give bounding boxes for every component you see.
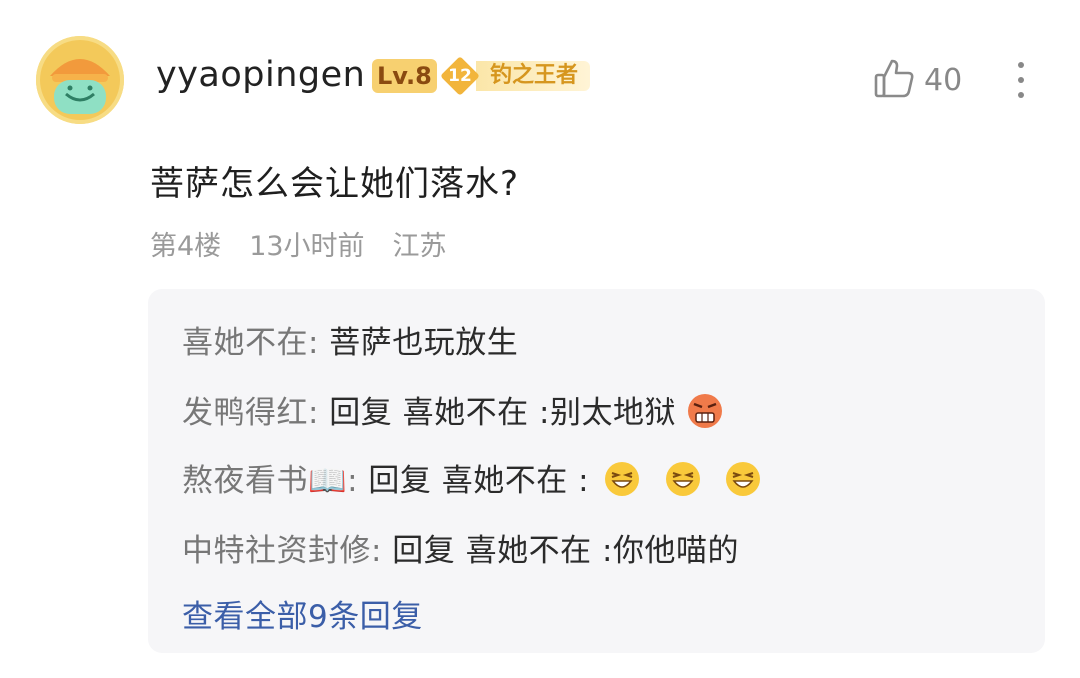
reply-item[interactable]: 喜她不在: 菩萨也玩放生 bbox=[182, 317, 518, 362]
like-count: 40 bbox=[924, 62, 963, 98]
post-time: 13小时前 bbox=[249, 231, 365, 262]
comment-card: yyaopingen Lv.8 钓之王者 12 40 菩萨怎么会让她们落水? 第… bbox=[0, 0, 1080, 678]
avatar-icon[interactable] bbox=[36, 36, 124, 124]
comment-text: 菩萨怎么会让她们落水? bbox=[150, 164, 520, 204]
view-all-replies-link[interactable]: 查看全部9条回复 bbox=[182, 591, 423, 636]
medal-level: 12 bbox=[448, 66, 472, 86]
comment-meta: 第4楼 13小时前 江苏 bbox=[150, 224, 447, 263]
more-vertical-icon bbox=[1018, 62, 1024, 68]
reply-text: 回复 喜她不在 :你他喵的 bbox=[381, 533, 739, 569]
replies-box[interactable]: 喜她不在: 菩萨也玩放生 发鸭得红: 回复 喜她不在 :别太地狱 熬夜看书📖: … bbox=[148, 289, 1045, 653]
reply-author[interactable]: 熬夜看书📖: bbox=[182, 463, 358, 499]
angry-face-emoji bbox=[686, 392, 724, 438]
reply-text: 回复 喜她不在 :别太地狱 bbox=[318, 395, 676, 431]
location: 江苏 bbox=[392, 231, 447, 262]
reply-item[interactable]: 熬夜看书📖: 回复 喜她不在 : bbox=[182, 455, 762, 506]
reply-item[interactable]: 中特社资封修: 回复 喜她不在 :你他喵的 bbox=[182, 525, 739, 570]
medal-badge: 钓之王者 12 bbox=[440, 56, 610, 96]
floor-number: 第4楼 bbox=[150, 231, 222, 262]
level-badge: Lv.8 bbox=[372, 59, 437, 93]
medal-title: 钓之王者 bbox=[476, 61, 591, 91]
reply-author[interactable]: 中特社资封修: bbox=[182, 533, 382, 569]
username[interactable]: yyaopingen bbox=[156, 55, 365, 95]
thumbs-up-icon bbox=[872, 56, 916, 104]
reply-author[interactable]: 喜她不在: bbox=[182, 325, 319, 361]
laughing-face-emoji bbox=[724, 460, 762, 506]
more-options-button[interactable] bbox=[1005, 58, 1037, 102]
laughing-face-emoji bbox=[664, 460, 702, 506]
reply-author[interactable]: 发鸭得红: bbox=[182, 395, 319, 431]
like-button[interactable]: 40 bbox=[872, 56, 972, 104]
reply-text: 回复 喜她不在 : bbox=[358, 463, 590, 499]
reply-item[interactable]: 发鸭得红: 回复 喜她不在 :别太地狱 bbox=[182, 387, 724, 438]
reply-text: 菩萨也玩放生 bbox=[318, 325, 519, 361]
laughing-face-emoji bbox=[603, 460, 641, 506]
